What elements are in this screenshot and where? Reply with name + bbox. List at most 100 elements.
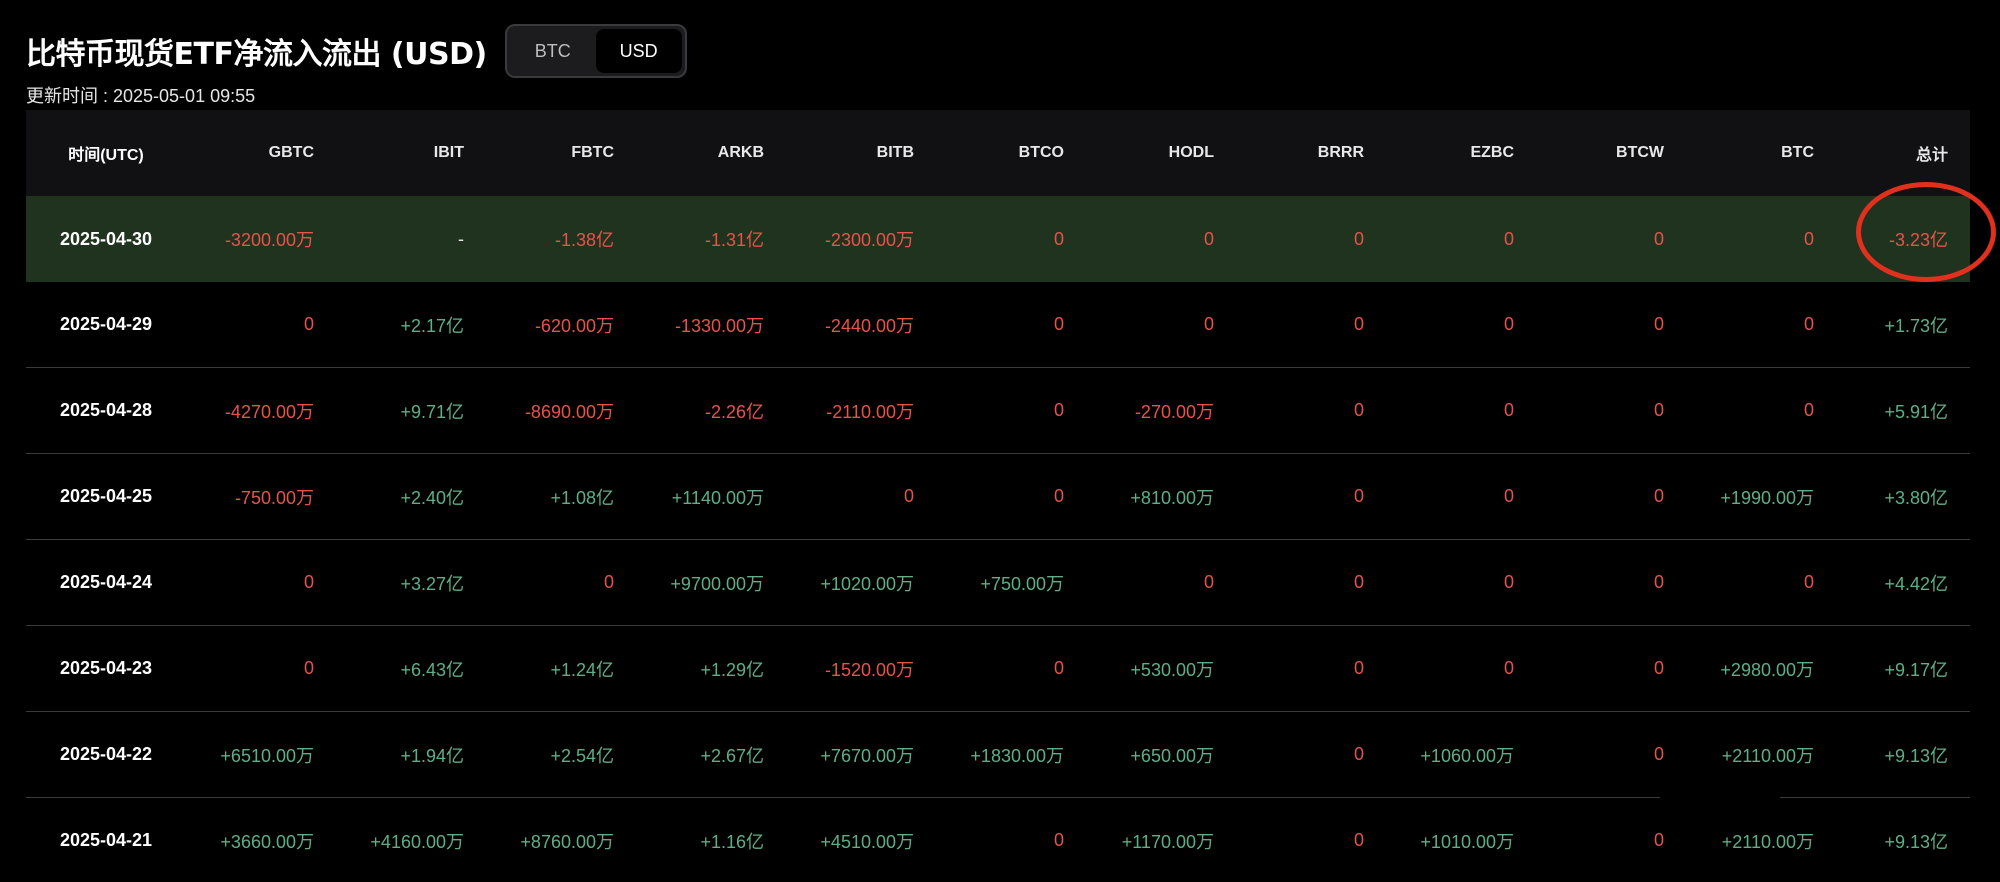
flow-value: 0 bbox=[303, 658, 314, 678]
flow-value: +1830.00万 bbox=[970, 745, 1064, 766]
flow-value: 0 bbox=[1353, 572, 1364, 592]
flow-value: 0 bbox=[1503, 400, 1514, 420]
flow-value: 0 bbox=[1653, 228, 1664, 249]
flow-value: -8690.00万 bbox=[524, 401, 614, 422]
flow-value: +530.00万 bbox=[1130, 659, 1214, 680]
column-header: BRRR bbox=[1317, 144, 1364, 161]
flow-value: 0 bbox=[1353, 658, 1364, 678]
row-date: 2025-04-30 bbox=[59, 228, 153, 249]
flow-value: 0 bbox=[1653, 314, 1664, 334]
flow-value: +7670.00万 bbox=[820, 745, 914, 766]
flow-value: 0 bbox=[1653, 572, 1664, 592]
table-row: 2025-04-21 +3660.00万 +4160.00万 +8760.00万 +1.… bbox=[26, 798, 1970, 882]
flow-value: +9.71亿 bbox=[400, 401, 464, 422]
flow-value: -4270.00万 bbox=[224, 401, 314, 422]
table-body: 2025-04-30 -3200.00万 - -1.38亿 -1.31亿 -2300.00… bbox=[26, 196, 1970, 882]
unit-toggle[interactable]: BTC USD bbox=[504, 24, 687, 78]
flow-value: +3660.00万 bbox=[220, 831, 314, 852]
column-header: BTC bbox=[1781, 144, 1814, 161]
flow-value: 0 bbox=[1353, 486, 1364, 506]
flow-value: -2110.00万 bbox=[826, 401, 914, 422]
row-date: 2025-04-25 bbox=[59, 486, 153, 506]
table-row: 2025-04-25 -750.00万 +2.40亿 +1.08亿 +1140.00万 0… bbox=[26, 454, 1970, 540]
toggle-btc[interactable]: BTC bbox=[510, 29, 596, 73]
flow-value: +750.00万 bbox=[980, 573, 1064, 594]
flow-value: -2.26亿 bbox=[704, 401, 764, 422]
flow-value: 0 bbox=[1353, 830, 1364, 850]
flow-value: 0 bbox=[1503, 486, 1514, 506]
flow-value: -1.31亿 bbox=[704, 230, 764, 250]
flow-value: -2440.00万 bbox=[824, 315, 914, 336]
flow-value: 0 bbox=[303, 572, 314, 592]
flow-value: +1060.00万 bbox=[1420, 745, 1514, 766]
flow-value: +6510.00万 bbox=[220, 745, 314, 766]
flow-value: 0 bbox=[1803, 314, 1814, 334]
flow-value: -1330.00万 bbox=[674, 315, 764, 336]
flow-value: 0 bbox=[1353, 314, 1364, 334]
column-header: ARKB bbox=[717, 144, 764, 161]
column-header: FBTC bbox=[571, 144, 614, 161]
flow-value: -620.00万 bbox=[534, 315, 614, 336]
flow-value: +1.24亿 bbox=[550, 659, 614, 680]
flow-value: +1010.00万 bbox=[1420, 831, 1514, 852]
flow-value: 0 bbox=[1203, 228, 1214, 249]
page-title: 比特币现货ETF净流入流出 (USD) bbox=[26, 37, 487, 72]
flow-value: 0 bbox=[1053, 228, 1064, 249]
page-header: 比特币现货ETF净流入流出 (USD) BTC USD 更新时间 : 2025-… bbox=[26, 24, 687, 108]
row-total: +9.13亿 bbox=[1884, 831, 1948, 852]
flow-value: +4510.00万 bbox=[820, 831, 914, 852]
flow-value: 0 bbox=[1803, 572, 1814, 592]
flow-value: +2.40亿 bbox=[400, 487, 464, 508]
flow-value: 0 bbox=[1503, 228, 1514, 249]
flow-value: +2110.00万 bbox=[1721, 745, 1814, 766]
row-divider-gap bbox=[1660, 796, 1780, 802]
flow-value: +1020.00万 bbox=[820, 573, 914, 594]
flow-value: +2980.00万 bbox=[1720, 659, 1814, 680]
flow-value: +1.08亿 bbox=[550, 487, 614, 508]
row-total: +4.42亿 bbox=[1884, 573, 1948, 594]
row-total: -3.23亿 bbox=[1888, 230, 1948, 250]
etf-flow-table: 时间(UTC) GBTC IBIT FBTC ARKB BITB BTCO HODL BRRR E… bbox=[26, 110, 1970, 882]
row-total: +5.91亿 bbox=[1884, 401, 1948, 422]
flow-value: -750.00万 bbox=[234, 487, 314, 508]
table-header: 时间(UTC) GBTC IBIT FBTC ARKB BITB BTCO HODL BRRR E… bbox=[26, 110, 1970, 196]
row-total: +9.13亿 bbox=[1884, 745, 1948, 766]
flow-value: +1.94亿 bbox=[400, 745, 464, 766]
row-date: 2025-04-24 bbox=[59, 572, 153, 592]
row-date: 2025-04-21 bbox=[59, 830, 153, 850]
column-header: BTCW bbox=[1616, 144, 1664, 161]
flow-value: +4160.00万 bbox=[370, 831, 464, 852]
table-row: 2025-04-28 -4270.00万 +9.71亿 -8690.00万 -2.26亿… bbox=[26, 368, 1970, 454]
flow-value: +9700.00万 bbox=[670, 573, 764, 594]
flow-value: 0 bbox=[603, 572, 614, 592]
row-total: +1.73亿 bbox=[1884, 315, 1948, 336]
flow-value: 0 bbox=[1203, 572, 1214, 592]
column-header: BTCO bbox=[1018, 144, 1064, 161]
flow-value: +8760.00万 bbox=[520, 831, 614, 852]
flow-value: 0 bbox=[1653, 658, 1664, 678]
flow-value: +2.17亿 bbox=[400, 315, 464, 336]
column-header: 时间(UTC) bbox=[68, 147, 144, 164]
flow-value: +1140.00万 bbox=[671, 487, 764, 508]
flow-value: +1.29亿 bbox=[700, 659, 764, 680]
flow-value: +1990.00万 bbox=[1720, 487, 1814, 508]
flow-value: +1170.00万 bbox=[1121, 831, 1214, 852]
flow-value: -1520.00万 bbox=[824, 659, 914, 680]
row-total: +3.80亿 bbox=[1884, 487, 1948, 508]
flow-value: 0 bbox=[1053, 830, 1064, 850]
column-header: 总计 bbox=[1915, 147, 1948, 164]
flow-value: - bbox=[458, 228, 464, 249]
flow-value: 0 bbox=[1053, 314, 1064, 334]
flow-value: 0 bbox=[1053, 658, 1064, 678]
toggle-usd[interactable]: USD bbox=[595, 29, 682, 73]
flow-value: 0 bbox=[903, 486, 914, 506]
flow-value: +6.43亿 bbox=[400, 659, 464, 680]
column-header: GBTC bbox=[268, 144, 314, 161]
column-header: IBIT bbox=[433, 144, 464, 161]
flow-value: 0 bbox=[1053, 486, 1064, 506]
flow-value: 0 bbox=[1503, 314, 1514, 334]
table-row: 2025-04-24 0 +3.27亿 0 +9700.00万 +1020.00万 +750… bbox=[26, 540, 1970, 626]
flow-value: 0 bbox=[1353, 400, 1364, 420]
row-date: 2025-04-23 bbox=[59, 658, 153, 678]
row-date: 2025-04-29 bbox=[59, 314, 153, 334]
